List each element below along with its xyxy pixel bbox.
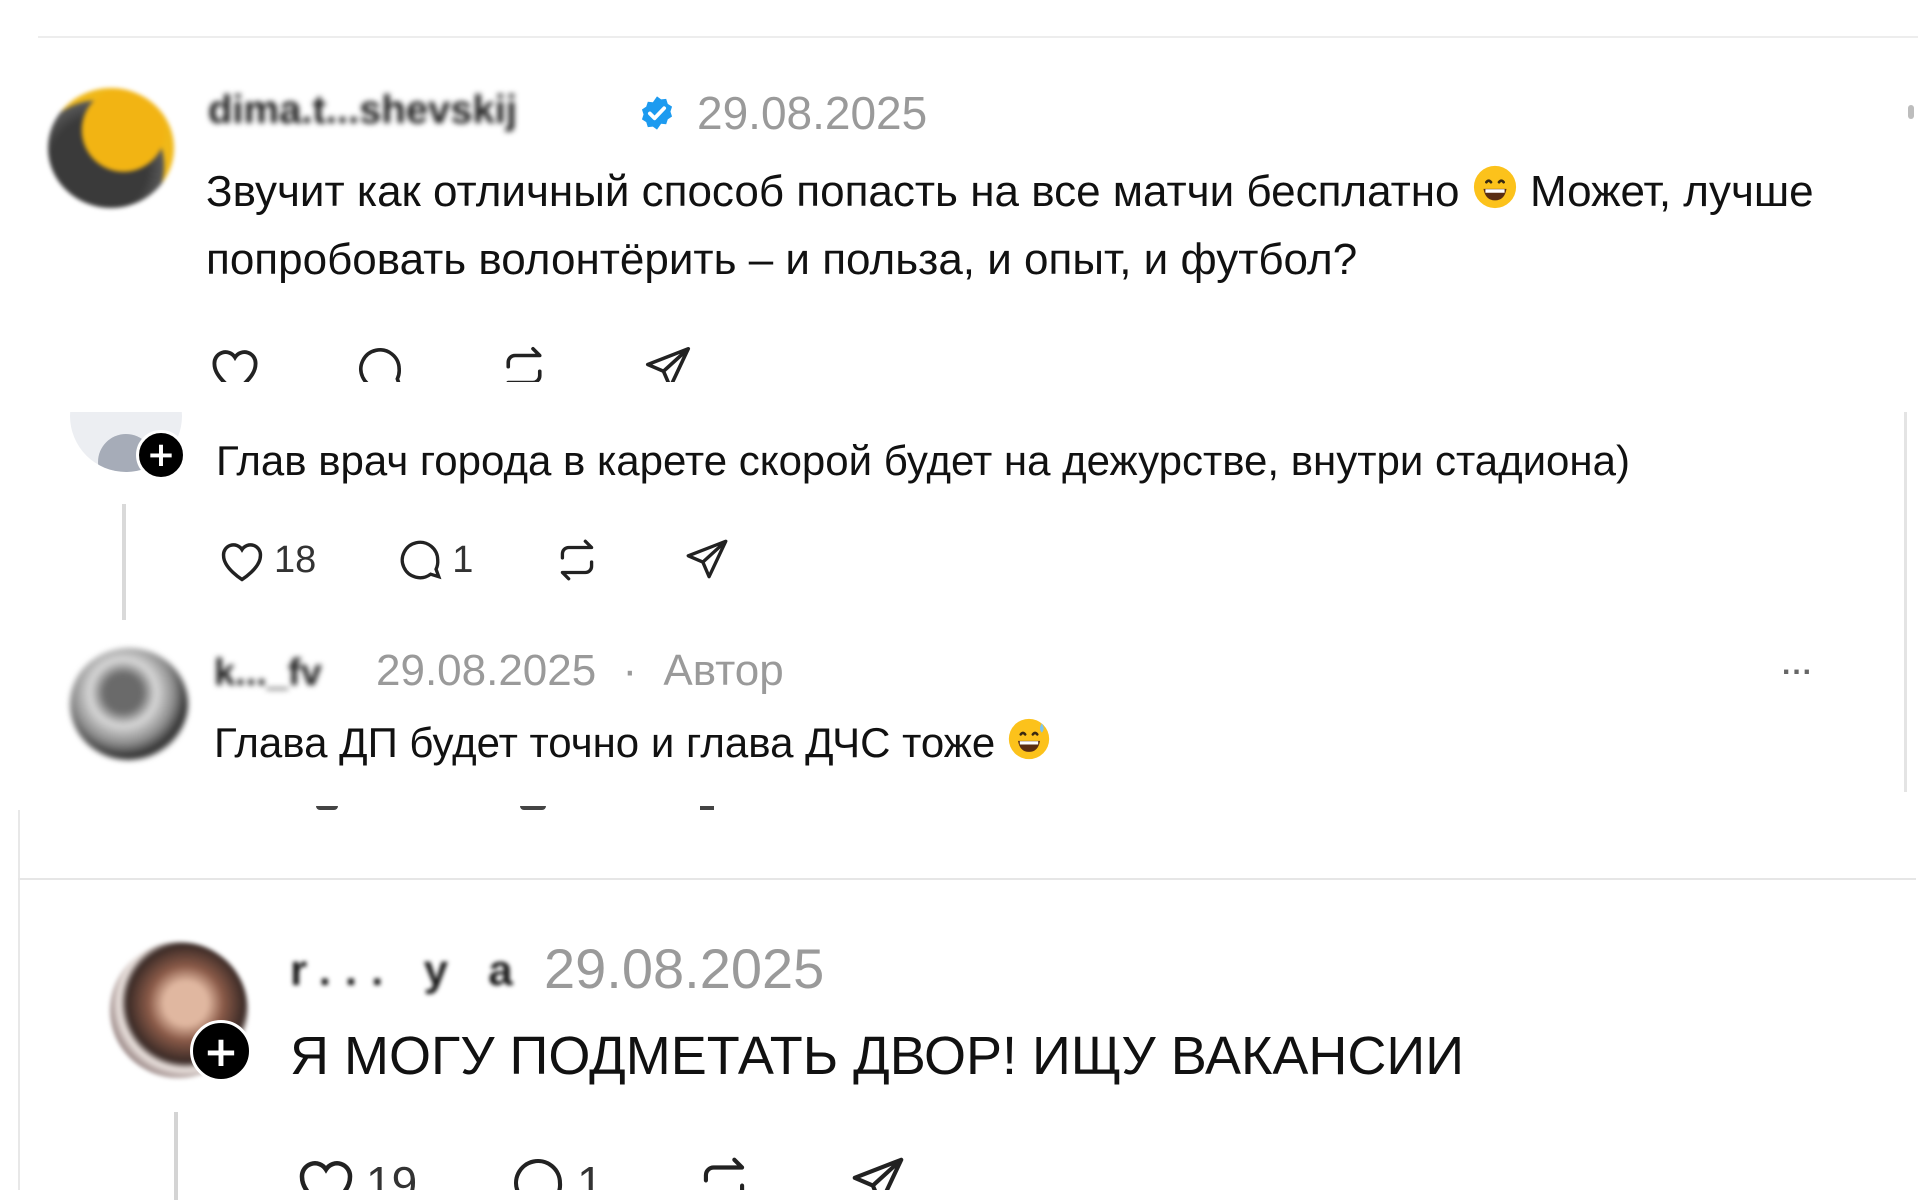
post1-actions: [206, 342, 696, 382]
post2-date[interactable]: 29.08.2025: [544, 936, 824, 1001]
post2-like-count: 19: [366, 1157, 418, 1190]
reply2-author-badge: Автор: [663, 646, 784, 695]
post1-actions-clip: [200, 336, 720, 382]
reply2-text: Глава ДП будет точно и глава ДЧС тоже: [214, 716, 1714, 770]
reply2-text-content: Глава ДП будет точно и глава ДЧС тоже: [214, 719, 996, 766]
post2-share-button[interactable]: [845, 1152, 911, 1190]
heart-icon: [299, 1161, 353, 1190]
repost-icon: [561, 539, 594, 581]
screenshot-canvas: dima.t...shevskij 29.08.2025 Звучит как …: [0, 0, 1920, 1200]
reply1-comment-button[interactable]: 1: [394, 535, 473, 585]
post1-repost-button[interactable]: [496, 342, 552, 382]
reply1-actions: 18 1: [216, 535, 733, 585]
reply1-share-button[interactable]: [681, 535, 733, 585]
reply1-repost-button[interactable]: [551, 535, 603, 585]
send-icon: [645, 346, 691, 382]
reply1-text: Глав врач города в карете скорой будет н…: [216, 437, 1630, 484]
post2-comment-button[interactable]: 1: [505, 1152, 603, 1190]
post2-username[interactable]: r... y a: [290, 946, 527, 996]
post1-text: Звучит как отличный способ попасть на вс…: [206, 158, 1906, 294]
send-icon: [852, 1157, 904, 1190]
grinning-face-icon: [1473, 165, 1516, 209]
repost-icon: [506, 346, 542, 382]
comment-icon: [514, 1158, 563, 1190]
top-divider: [38, 36, 1918, 38]
post2-thread-line: [174, 1112, 178, 1200]
verified-badge-icon: [641, 96, 673, 130]
heart-icon: [212, 350, 258, 382]
comment-icon: [400, 540, 442, 580]
post2-actions-clip: 19 1: [286, 1148, 1006, 1190]
reply2-date-text: 29.08.2025: [376, 646, 597, 695]
reply2-username[interactable]: k..._fv: [214, 652, 322, 695]
comment-icon: [359, 348, 401, 382]
reply2-date[interactable]: 29.08.2025 · Автор: [376, 646, 784, 696]
post1-username[interactable]: dima.t...shevskij: [208, 88, 517, 133]
post1-text-part1: Звучит как отличный способ попасть на вс…: [206, 167, 1460, 216]
panel-left-edge: [18, 810, 20, 1190]
reply2-actions-remnant: [310, 806, 870, 812]
avatar-image: [48, 88, 174, 208]
reply2-separator: ·: [622, 646, 638, 695]
post-divider: [18, 878, 1916, 880]
panel-right-edge: [1904, 412, 1907, 792]
more-options-icon[interactable]: ...: [1782, 648, 1813, 682]
post2-like-button[interactable]: 19: [292, 1152, 417, 1190]
post2-repost-button[interactable]: [691, 1152, 757, 1190]
reply1-avatar-clip-mask: [60, 360, 200, 412]
reply1-comment-count: 1: [452, 538, 474, 581]
heart-icon: [221, 543, 263, 582]
reply1-like-count: 18: [274, 538, 317, 581]
post1-like-button[interactable]: [206, 342, 264, 382]
reply1-thread-line: [122, 504, 126, 620]
reply1-like-button[interactable]: 18: [216, 536, 316, 584]
send-icon: [687, 539, 728, 579]
post1-comment-button[interactable]: [352, 342, 408, 382]
grinning-sweat-icon: [1008, 718, 1050, 760]
post2-text: Я МОГУ ПОДМЕТАТЬ ДВОР! ИЩУ ВАКАНСИИ: [290, 1026, 1465, 1086]
avatar-image: [70, 648, 188, 760]
top-scrollbar-nub: [1908, 105, 1914, 119]
post2-actions: 19 1: [292, 1152, 911, 1190]
post1-date[interactable]: 29.08.2025: [697, 86, 927, 140]
follow-plus-icon[interactable]: +: [190, 1020, 252, 1082]
avatar-post1[interactable]: [48, 88, 174, 208]
post2-comment-count: 1: [577, 1157, 603, 1190]
avatar-reply2[interactable]: [70, 648, 188, 760]
repost-icon: [703, 1157, 744, 1190]
post1-share-button[interactable]: [640, 342, 696, 382]
follow-plus-icon[interactable]: +: [136, 430, 186, 480]
